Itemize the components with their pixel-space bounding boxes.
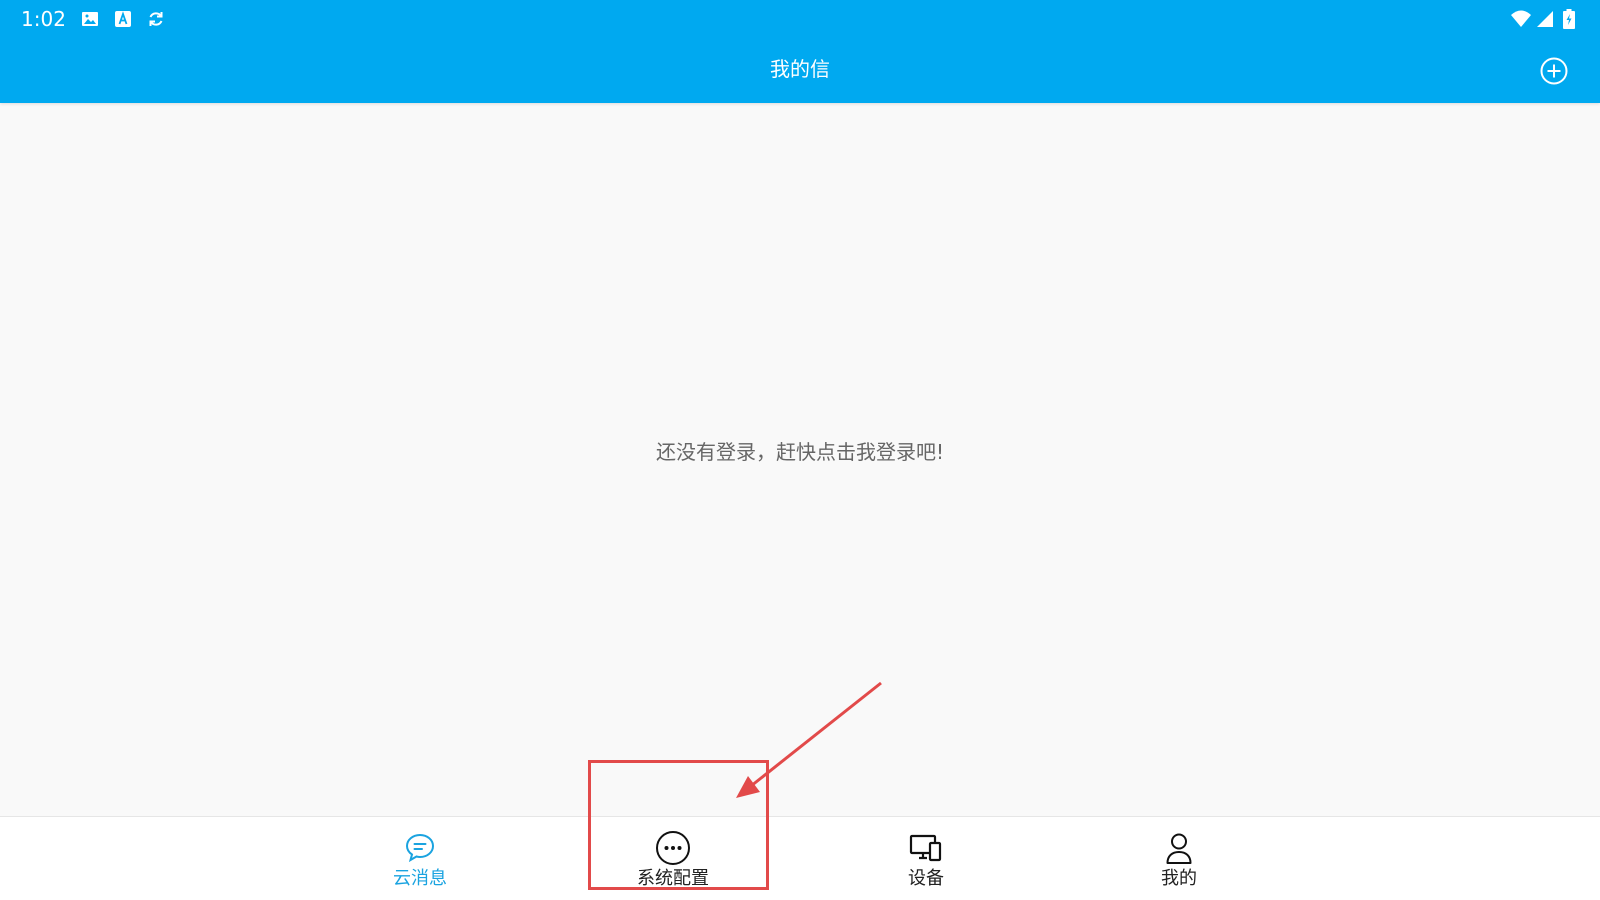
page-title: 我的信 [770,57,830,81]
devices-icon [907,829,945,867]
main-content: 还没有登录，赶快点击我登录吧! [0,103,1600,816]
bottom-nav: 云消息 系统配置 设备 我的 [0,816,1600,900]
signal-icon [1535,9,1555,29]
add-button[interactable] [1539,56,1569,86]
tab-label: 设备 [908,868,944,889]
tab-label: 我的 [1161,868,1197,889]
app-a-icon [113,9,133,29]
tab-label: 云消息 [393,868,447,889]
sync-icon [146,9,166,29]
tab-profile[interactable]: 我的 [1099,817,1259,900]
add-circle-icon [1540,57,1568,85]
tab-devices[interactable]: 设备 [846,817,1006,900]
wifi-icon [1510,9,1532,29]
app-screen: 1:02 我的信 还没有登录，赶快点击我登录吧! 云消息 系统配置 设备 我的 [0,0,1600,900]
chat-bubble-icon [401,829,439,867]
person-icon [1160,829,1198,867]
more-circle-icon [654,829,692,867]
tab-system-config[interactable]: 系统配置 [593,817,753,900]
login-prompt[interactable]: 还没有登录，赶快点击我登录吧! [0,437,1600,467]
tab-cloud-messages[interactable]: 云消息 [340,817,500,900]
status-bar: 1:02 [0,0,1600,38]
status-time: 1:02 [21,7,66,31]
battery-charging-icon [1562,9,1576,29]
image-icon [80,9,100,29]
top-app-bar: 1:02 我的信 [0,0,1600,103]
tab-label: 系统配置 [637,868,709,889]
